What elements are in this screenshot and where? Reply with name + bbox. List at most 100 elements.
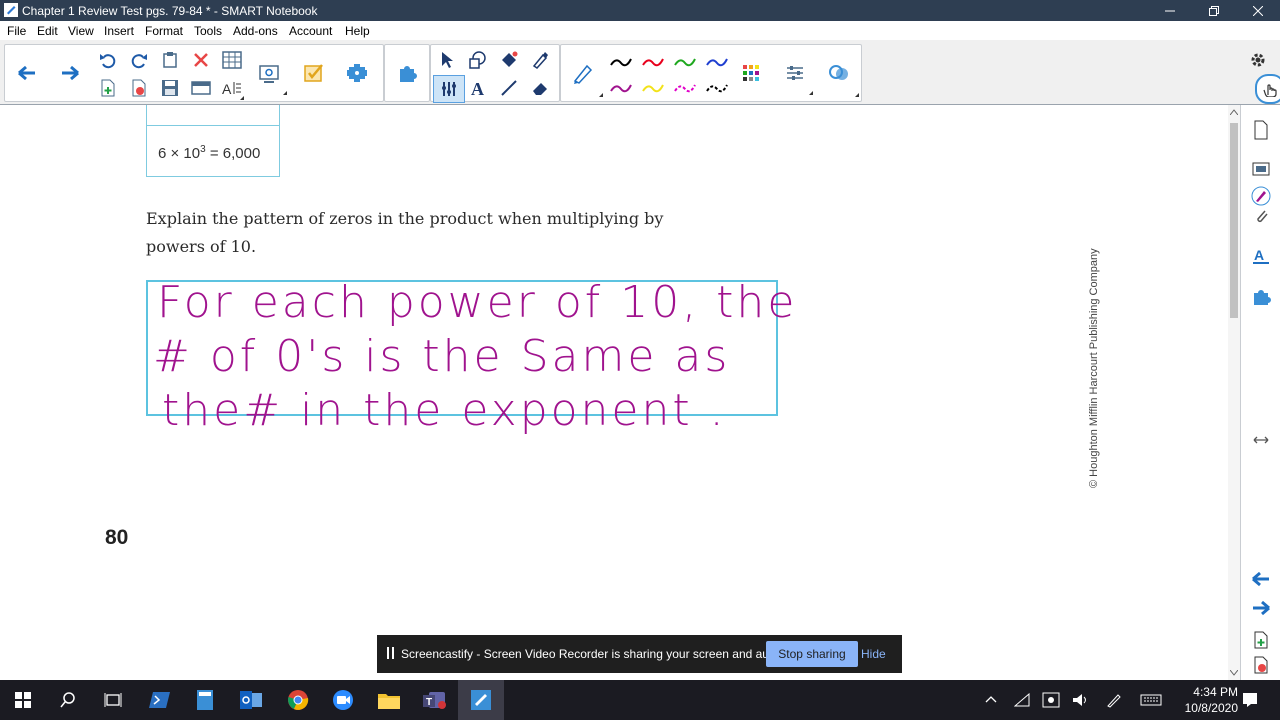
menu-addons[interactable]: Add-ons <box>233 24 278 38</box>
gear-icon[interactable] <box>1246 48 1270 72</box>
add-page-icon[interactable] <box>96 76 120 100</box>
pause-icon[interactable] <box>387 647 395 659</box>
search-icon[interactable] <box>45 680 91 720</box>
screen-shade-icon[interactable] <box>189 76 213 100</box>
pen-colors-palette[interactable] <box>609 53 737 97</box>
activity-builder-icon[interactable] <box>345 61 369 85</box>
previous-page-icon[interactable] <box>1245 564 1277 594</box>
toolbar-group-tools: A <box>430 44 560 103</box>
fill-icon[interactable] <box>497 48 521 72</box>
menu-bar: File Edit View Insert Format Tools Add-o… <box>0 21 1280 40</box>
forward-arrow-icon[interactable] <box>58 61 82 85</box>
hand-pointer-icon[interactable] <box>1255 74 1280 104</box>
delete-icon[interactable] <box>189 48 213 72</box>
start-icon[interactable] <box>0 680 46 720</box>
task-view-icon[interactable] <box>90 680 136 720</box>
security-icon[interactable] <box>1042 692 1060 708</box>
toolbar-group-addons <box>384 44 430 102</box>
chrome-icon[interactable] <box>275 680 321 720</box>
notifications-icon[interactable] <box>1242 692 1258 708</box>
handwriting-line-1[interactable]: For each power of 10, the <box>157 277 797 328</box>
attachments-icon[interactable] <box>1245 201 1277 231</box>
taskbar: T 4:34 PM 10/8/2020 <box>0 680 1280 720</box>
stop-sharing-button[interactable]: Stop sharing <box>766 641 858 667</box>
minimize-button[interactable] <box>1148 0 1192 21</box>
paste-icon[interactable] <box>158 48 182 72</box>
undo-icon[interactable] <box>96 48 120 72</box>
toolbar-group-page: A <box>4 44 384 102</box>
window-title: Chapter 1 Review Test pgs. 79-84 * - SMA… <box>22 4 318 18</box>
show-hidden-icons-icon[interactable] <box>985 695 997 703</box>
scroll-thumb[interactable] <box>1230 123 1238 318</box>
smart-notebook-icon[interactable] <box>458 680 504 720</box>
addons-side-icon[interactable] <box>1245 282 1277 312</box>
svg-text:A: A <box>1254 247 1264 263</box>
document-camera-icon[interactable] <box>257 61 287 95</box>
teams-icon[interactable]: T <box>412 680 458 720</box>
magic-pen-icon[interactable] <box>433 75 465 103</box>
scroll-up-icon[interactable] <box>1230 109 1238 115</box>
outlook-icon[interactable] <box>228 680 274 720</box>
response-icon[interactable] <box>302 61 326 85</box>
properties-icon[interactable] <box>783 61 813 95</box>
clock-date: 10/8/2020 <box>1184 701 1238 715</box>
equation-base: 6 × 10 <box>158 145 201 162</box>
eraser-icon[interactable] <box>528 76 552 100</box>
collaborate-icon[interactable] <box>827 61 859 97</box>
delete-page-side-icon[interactable] <box>1245 650 1277 680</box>
menu-help[interactable]: Help <box>345 24 370 38</box>
shapes-icon[interactable] <box>466 48 490 72</box>
save-icon[interactable] <box>158 76 182 100</box>
powershell-icon[interactable] <box>137 680 183 720</box>
pen-tool-icon[interactable] <box>571 61 603 97</box>
handwriting-line-2[interactable]: # of 0's is the Same as <box>153 331 730 382</box>
back-arrow-icon[interactable] <box>15 61 39 85</box>
pen-menu-icon[interactable] <box>1106 692 1122 708</box>
table-icon[interactable] <box>220 48 244 72</box>
vertical-scrollbar[interactable] <box>1228 105 1240 680</box>
network-icon[interactable] <box>1014 693 1030 707</box>
page-sorter-icon[interactable] <box>1245 115 1277 145</box>
menu-file[interactable]: File <box>7 24 26 38</box>
menu-insert[interactable]: Insert <box>104 24 134 38</box>
pen-icon[interactable] <box>528 48 552 72</box>
select-icon[interactable] <box>435 48 459 72</box>
calculator-icon[interactable] <box>182 680 228 720</box>
menu-tools[interactable]: Tools <box>194 24 222 38</box>
text-icon[interactable]: A <box>466 76 490 100</box>
notebook-page[interactable]: 6 × 103 = 6,000 Explain the pattern of z… <box>0 105 1228 680</box>
close-button[interactable] <box>1236 0 1280 21</box>
menu-edit[interactable]: Edit <box>37 24 58 38</box>
handwriting-line-3[interactable]: the# in the exponent . <box>162 385 727 436</box>
menu-account[interactable]: Account <box>289 24 332 38</box>
equation-table: 6 × 103 = 6,000 <box>146 105 280 177</box>
question-prompt: Explain the pattern of zeros in the prod… <box>146 209 664 256</box>
menu-view[interactable]: View <box>68 24 94 38</box>
file-explorer-icon[interactable] <box>366 680 412 720</box>
redo-icon[interactable] <box>127 48 151 72</box>
keyboard-icon[interactable] <box>1140 694 1162 706</box>
grid-icon[interactable] <box>739 61 763 85</box>
delete-page-icon[interactable] <box>127 76 151 100</box>
smart-notebook-app-icon <box>4 3 18 17</box>
menu-format[interactable]: Format <box>145 24 183 38</box>
text-recognition-icon[interactable]: A <box>220 76 244 100</box>
properties-side-icon[interactable]: A <box>1245 241 1277 271</box>
next-page-icon[interactable] <box>1245 593 1277 623</box>
toolbar-group-pens <box>560 44 862 102</box>
restore-button[interactable] <box>1192 0 1236 21</box>
zoom-icon[interactable] <box>320 680 366 720</box>
taskbar-clock[interactable]: 4:34 PM 10/8/2020 <box>1185 684 1238 716</box>
toolbar: A A <box>0 40 1280 105</box>
hide-button[interactable]: Hide <box>861 647 886 661</box>
copyright-text: © Houghton Mifflin Harcourt Publishing C… <box>1088 248 1100 488</box>
side-tabs: A <box>1240 105 1280 680</box>
title-bar: Chapter 1 Review Test pgs. 79-84 * - SMA… <box>0 0 1280 21</box>
scroll-down-icon[interactable] <box>1230 670 1238 676</box>
addons-icon[interactable] <box>395 61 419 85</box>
line-icon[interactable] <box>497 76 521 100</box>
equation-result: = 6,000 <box>205 145 261 162</box>
resize-arrows-icon[interactable] <box>1245 425 1277 455</box>
volume-icon[interactable] <box>1072 692 1088 708</box>
clock-time: 4:34 PM <box>1193 685 1238 699</box>
